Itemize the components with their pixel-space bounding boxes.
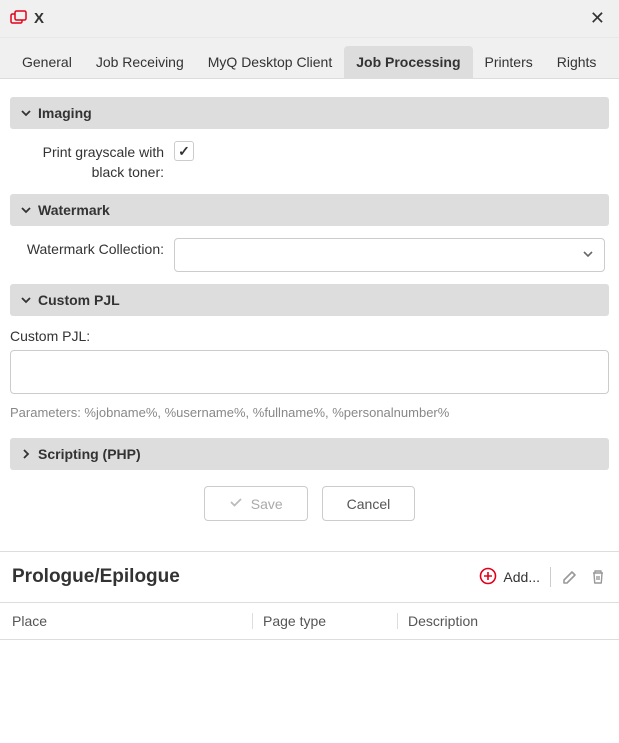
custom-pjl-textarea[interactable] xyxy=(10,350,609,394)
pencil-icon xyxy=(561,568,579,586)
prologue-panel-header: Prologue/Epilogue Add... xyxy=(0,552,619,603)
cancel-button[interactable]: Cancel xyxy=(322,486,416,521)
prologue-table-header: Place Page type Description xyxy=(0,603,619,640)
tabs-bar: General Job Receiving MyQ Desktop Client… xyxy=(0,38,619,79)
section-custom-pjl-header[interactable]: Custom PJL xyxy=(10,284,609,316)
content-area: Imaging Print grayscale with black toner… xyxy=(0,79,619,551)
delete-button[interactable] xyxy=(589,568,607,586)
section-custom-pjl-title: Custom PJL xyxy=(38,292,120,308)
add-button[interactable]: Add... xyxy=(479,567,540,588)
save-label: Save xyxy=(251,496,283,512)
watermark-collection-label: Watermark Collection: xyxy=(14,238,174,272)
tab-general[interactable]: General xyxy=(10,46,84,78)
tab-job-processing[interactable]: Job Processing xyxy=(344,46,472,78)
app-icon xyxy=(10,10,28,28)
titlebar: X ✕ xyxy=(0,0,619,38)
column-page-type[interactable]: Page type xyxy=(252,613,397,629)
chevron-down-icon xyxy=(582,247,594,263)
trash-icon xyxy=(589,568,607,586)
watermark-collection-row: Watermark Collection: xyxy=(10,238,609,272)
cancel-label: Cancel xyxy=(347,496,391,512)
grayscale-checkbox[interactable] xyxy=(174,141,194,161)
section-watermark-title: Watermark xyxy=(38,202,110,218)
plus-circle-icon xyxy=(479,567,497,588)
grayscale-row: Print grayscale with black toner: xyxy=(10,141,609,182)
add-label: Add... xyxy=(503,569,540,585)
check-icon xyxy=(229,495,243,512)
tab-rights[interactable]: Rights xyxy=(545,46,609,78)
watermark-collection-select[interactable] xyxy=(174,238,605,272)
chevron-down-icon xyxy=(20,107,32,119)
window-title: X xyxy=(34,10,586,27)
custom-pjl-help: Parameters: %jobname%, %username%, %full… xyxy=(10,405,609,420)
column-place[interactable]: Place xyxy=(12,613,252,629)
tab-myq-desktop-client[interactable]: MyQ Desktop Client xyxy=(196,46,344,78)
chevron-down-icon xyxy=(20,294,32,306)
tab-printers[interactable]: Printers xyxy=(473,46,545,78)
separator xyxy=(550,567,551,587)
section-scripting-header[interactable]: Scripting (PHP) xyxy=(10,438,609,470)
section-imaging-title: Imaging xyxy=(38,105,92,121)
edit-button[interactable] xyxy=(561,568,579,586)
section-imaging-header[interactable]: Imaging xyxy=(10,97,609,129)
close-button[interactable]: ✕ xyxy=(586,8,609,29)
save-button[interactable]: Save xyxy=(204,486,308,521)
chevron-down-icon xyxy=(20,204,32,216)
tab-job-receiving[interactable]: Job Receiving xyxy=(84,46,196,78)
column-description[interactable]: Description xyxy=(397,613,607,629)
section-watermark-header[interactable]: Watermark xyxy=(10,194,609,226)
chevron-right-icon xyxy=(20,448,32,460)
section-scripting-title: Scripting (PHP) xyxy=(38,446,141,462)
grayscale-label: Print grayscale with black toner: xyxy=(14,141,174,182)
button-row: Save Cancel xyxy=(10,470,609,541)
custom-pjl-label: Custom PJL: xyxy=(10,328,609,344)
prologue-title: Prologue/Epilogue xyxy=(12,566,479,588)
